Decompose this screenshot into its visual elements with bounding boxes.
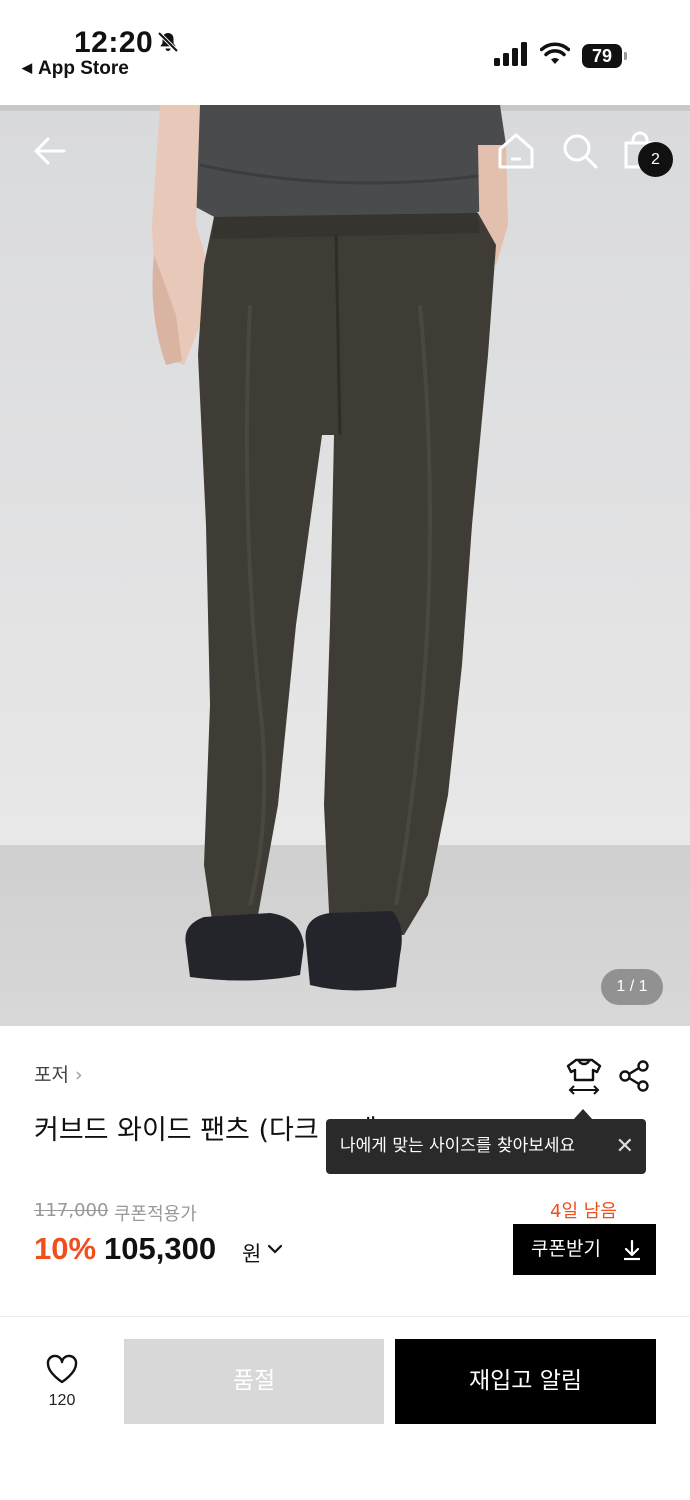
battery-icon: 79 (582, 44, 628, 68)
wifi-icon (540, 42, 570, 64)
download-icon (624, 1239, 640, 1261)
status-bar: 12:20 ◀ App Store 79 (0, 0, 690, 105)
status-time: 12:20 (74, 26, 154, 59)
size-guide-icon[interactable] (564, 1056, 604, 1096)
currency-label: 원 (242, 1242, 262, 1266)
share-icon[interactable] (616, 1058, 652, 1094)
restock-alert-button[interactable]: 재입고 알림 (395, 1339, 656, 1424)
chevron-down-icon[interactable] (266, 1242, 284, 1256)
size-tooltip-text: 나에게 맞는 사이즈를 찾아보세요 (340, 1136, 576, 1156)
sale-price: 105,300 (104, 1231, 217, 1266)
product-photo (152, 105, 508, 991)
soldout-button[interactable]: 품절 (124, 1339, 384, 1424)
heart-icon (46, 1354, 78, 1384)
like-button[interactable]: 120 (40, 1354, 84, 1410)
coupon-download-button[interactable]: 쿠폰받기 (513, 1224, 656, 1275)
brand-chevron-icon: › (74, 1064, 83, 1086)
brand-link[interactable]: 포저 › (34, 1060, 83, 1087)
like-count: 120 (48, 1392, 76, 1409)
size-tooltip[interactable]: 나에게 맞는 사이즈를 찾아보세요 ✕ (326, 1119, 646, 1174)
bell-slash-icon (157, 31, 179, 53)
brand-name: 포저 (34, 1064, 69, 1086)
close-icon[interactable]: ✕ (616, 1119, 634, 1174)
product-image-gallery[interactable]: 2 1 / 1 (0, 105, 690, 1026)
back-app-label: App Store (38, 58, 129, 79)
discount-rate: 10% (34, 1231, 97, 1266)
home-icon[interactable] (494, 129, 538, 173)
cart-count-badge: 2 (638, 142, 673, 177)
divider (0, 1316, 690, 1317)
coupon-days-left: 4일 남음 (550, 1201, 617, 1222)
coupon-button-label: 쿠폰받기 (531, 1238, 601, 1260)
image-page-indicator: 1 / 1 (601, 969, 663, 1005)
search-icon[interactable] (558, 129, 602, 173)
battery-level: 79 (582, 44, 622, 68)
back-to-app-store[interactable]: ◀ App Store (22, 58, 129, 80)
signal-icon (494, 42, 527, 66)
back-arrow-icon[interactable] (28, 129, 72, 173)
original-price: 117,000 (34, 1200, 109, 1221)
coupon-price-label: 쿠폰적용가 (114, 1204, 197, 1225)
back-triangle-icon: ◀ (22, 60, 32, 75)
